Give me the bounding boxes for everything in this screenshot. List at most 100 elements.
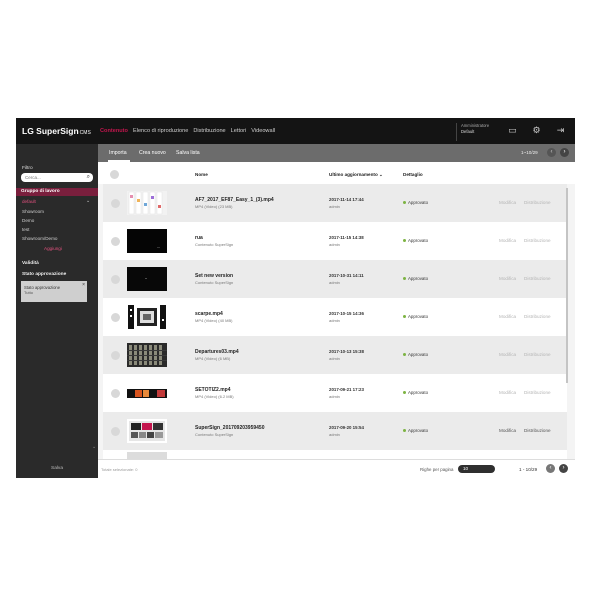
row-name[interactable]: SETOTIZ2.mp4 xyxy=(195,387,230,393)
row-author: admin xyxy=(329,204,340,209)
top-header: LG SuperSignCMS Contenuto Elenco di ripr… xyxy=(16,118,575,144)
sidebar-save[interactable]: Salva xyxy=(16,466,98,471)
row-radio[interactable] xyxy=(111,237,120,246)
sidebar-item-showroom-demo[interactable]: Showroom/Demo xyxy=(22,236,58,241)
edit-button[interactable]: Modifica xyxy=(499,238,516,243)
row-radio[interactable] xyxy=(111,275,120,284)
edit-button[interactable]: Modifica xyxy=(499,428,516,433)
row-author: admin xyxy=(329,432,340,437)
row-radio[interactable] xyxy=(111,427,120,436)
status-badge: Approvato xyxy=(403,276,428,281)
row-type: Contenuto SuperSign xyxy=(195,432,234,437)
row-name[interactable]: scarpe.mp4 xyxy=(195,311,223,317)
table-row[interactable]: AF7_2017_EF87_Easy_1_(3).mp4 MP4 (Video)… xyxy=(103,184,567,222)
table-header: Nome Ultimo aggiornamento ⌄ Dettaglio xyxy=(98,162,575,184)
account-user: Default xyxy=(461,129,475,134)
table-row[interactable]: rua Contenuto SuperSign 2017-11-15 14:38… xyxy=(103,222,567,260)
status-badge: Approvato xyxy=(403,238,428,243)
vertical-scrollbar[interactable] xyxy=(565,184,569,384)
thumbnail xyxy=(127,452,167,459)
row-name[interactable]: Departures03.mp4 xyxy=(195,349,239,355)
edit-button[interactable]: Modifica xyxy=(499,352,516,357)
distribute-button[interactable]: Distribuzione xyxy=(524,390,551,395)
row-date: 2017-11-14 17:44 xyxy=(329,197,364,202)
scrollbar-thumb[interactable] xyxy=(566,188,568,383)
toolbar: Importa Crea nuovo Salva lista 1~10/29 ‹… xyxy=(98,144,575,162)
next-page-button[interactable]: › xyxy=(559,464,568,473)
row-radio[interactable] xyxy=(111,389,120,398)
section-approval[interactable]: Stato approvazione xyxy=(22,272,66,277)
distribute-button[interactable]: Distribuzione xyxy=(524,238,551,243)
table-row[interactable]: SETOTIZ2.mp4 MP4 (Video) (6.2 MB) 2017-0… xyxy=(103,374,567,412)
content-table: AF7_2017_EF87_Easy_1_(3).mp4 MP4 (Video)… xyxy=(103,184,567,459)
nav-contenuto[interactable]: Contenuto xyxy=(100,128,128,134)
filter-label: Filtro xyxy=(22,166,33,171)
search-input[interactable] xyxy=(25,174,83,181)
selection-count: Totale selezionate: 0 xyxy=(101,467,138,472)
thumbnail xyxy=(127,305,167,329)
table-row[interactable]: Set new version Contenuto SuperSign 2017… xyxy=(103,260,567,298)
thumbnail xyxy=(127,381,167,405)
distribute-button[interactable]: Distribuzione xyxy=(524,314,551,319)
edit-button[interactable]: Modifica xyxy=(499,314,516,319)
group-header[interactable]: Gruppo di lavoro xyxy=(16,188,98,196)
sidebar-item-demo[interactable]: Demo xyxy=(22,218,34,223)
sidebar-item-showroom[interactable]: Showroom xyxy=(22,209,44,214)
row-name[interactable]: SuperSign_201709203959450 xyxy=(195,425,265,431)
row-radio[interactable] xyxy=(111,199,120,208)
nav-videowall[interactable]: Videowall xyxy=(251,128,275,134)
logout-icon[interactable]: ⇥ xyxy=(555,125,566,136)
next-page-button[interactable]: › xyxy=(560,148,569,157)
close-icon[interactable]: × xyxy=(82,282,85,288)
search-icon[interactable]: ⌕ xyxy=(87,174,90,181)
table-row[interactable] xyxy=(103,450,567,459)
distribute-button[interactable]: Distribuzione xyxy=(524,428,551,433)
gear-icon[interactable]: ⚙ xyxy=(531,125,542,136)
table-row[interactable]: scarpe.mp4 MP4 (Video) (40 MB) 2017-10-1… xyxy=(103,298,567,336)
row-date: 2017-10-15 14:36 xyxy=(329,311,364,316)
nav-lettori[interactable]: Lettori xyxy=(231,128,247,134)
logo-text: LG SuperSign xyxy=(22,126,79,136)
distribute-button[interactable]: Distribuzione xyxy=(524,352,551,357)
nav-distribuzione[interactable]: Distribuzione xyxy=(193,128,225,134)
edit-button[interactable]: Modifica xyxy=(499,200,516,205)
row-name[interactable]: rua xyxy=(195,235,203,241)
thumbnail xyxy=(127,343,167,367)
create-new-button[interactable]: Crea nuovo xyxy=(139,150,166,156)
section-validity[interactable]: Validità xyxy=(22,261,39,266)
account-info[interactable]: Amministratore Default xyxy=(456,123,489,141)
row-name[interactable]: Set new version xyxy=(195,273,233,279)
nav-playlist[interactable]: Elenco di riproduzione xyxy=(133,128,188,134)
group-title: Gruppo di lavoro xyxy=(21,189,60,194)
add-group-link[interactable]: Aggiungi xyxy=(44,246,62,251)
chevron-down-icon[interactable]: ⌄ xyxy=(92,444,96,450)
row-type: MP4 (Video) (6.2 MB) xyxy=(195,394,234,399)
prev-page-button[interactable]: ‹ xyxy=(546,464,555,473)
approval-tag-value: Tutto xyxy=(24,290,33,295)
distribute-button[interactable]: Distribuzione xyxy=(524,276,551,281)
col-updated-label: Ultimo aggiornamento xyxy=(329,172,378,177)
select-all-radio[interactable] xyxy=(110,170,119,179)
table-row[interactable]: SuperSign_201709203959450 Contenuto Supe… xyxy=(103,412,567,450)
prev-page-button[interactable]: ‹ xyxy=(547,148,556,157)
save-list-button[interactable]: Salva lista xyxy=(176,150,200,156)
row-radio[interactable] xyxy=(111,351,120,360)
table-row[interactable]: Departures03.mp4 MP4 (Video) (6 MB) 2017… xyxy=(103,336,567,374)
chevron-down-icon[interactable]: ⌄ xyxy=(86,198,90,204)
sidebar-item-test[interactable]: test xyxy=(22,227,29,232)
app-window: LG SuperSignCMS Contenuto Elenco di ripr… xyxy=(16,118,575,478)
distribute-button[interactable]: Distribuzione xyxy=(524,200,551,205)
import-button[interactable]: Importa xyxy=(109,150,127,156)
edit-button[interactable]: Modifica xyxy=(499,390,516,395)
col-updated[interactable]: Ultimo aggiornamento ⌄ xyxy=(329,172,383,178)
col-name[interactable]: Nome xyxy=(195,172,208,177)
row-name[interactable]: AF7_2017_EF87_Easy_1_(3).mp4 xyxy=(195,197,274,203)
row-author: admin xyxy=(329,242,340,247)
sidebar-item-default[interactable]: default xyxy=(22,199,36,204)
edit-button[interactable]: Modifica xyxy=(499,276,516,281)
main-nav: Contenuto Elenco di riproduzione Distrib… xyxy=(100,128,275,134)
document-icon[interactable]: ▭ xyxy=(507,125,518,136)
row-type: MP4 (Video) (40 MB) xyxy=(195,318,233,323)
row-radio[interactable] xyxy=(111,313,120,322)
rows-per-page-select[interactable]: 10 xyxy=(458,465,495,473)
